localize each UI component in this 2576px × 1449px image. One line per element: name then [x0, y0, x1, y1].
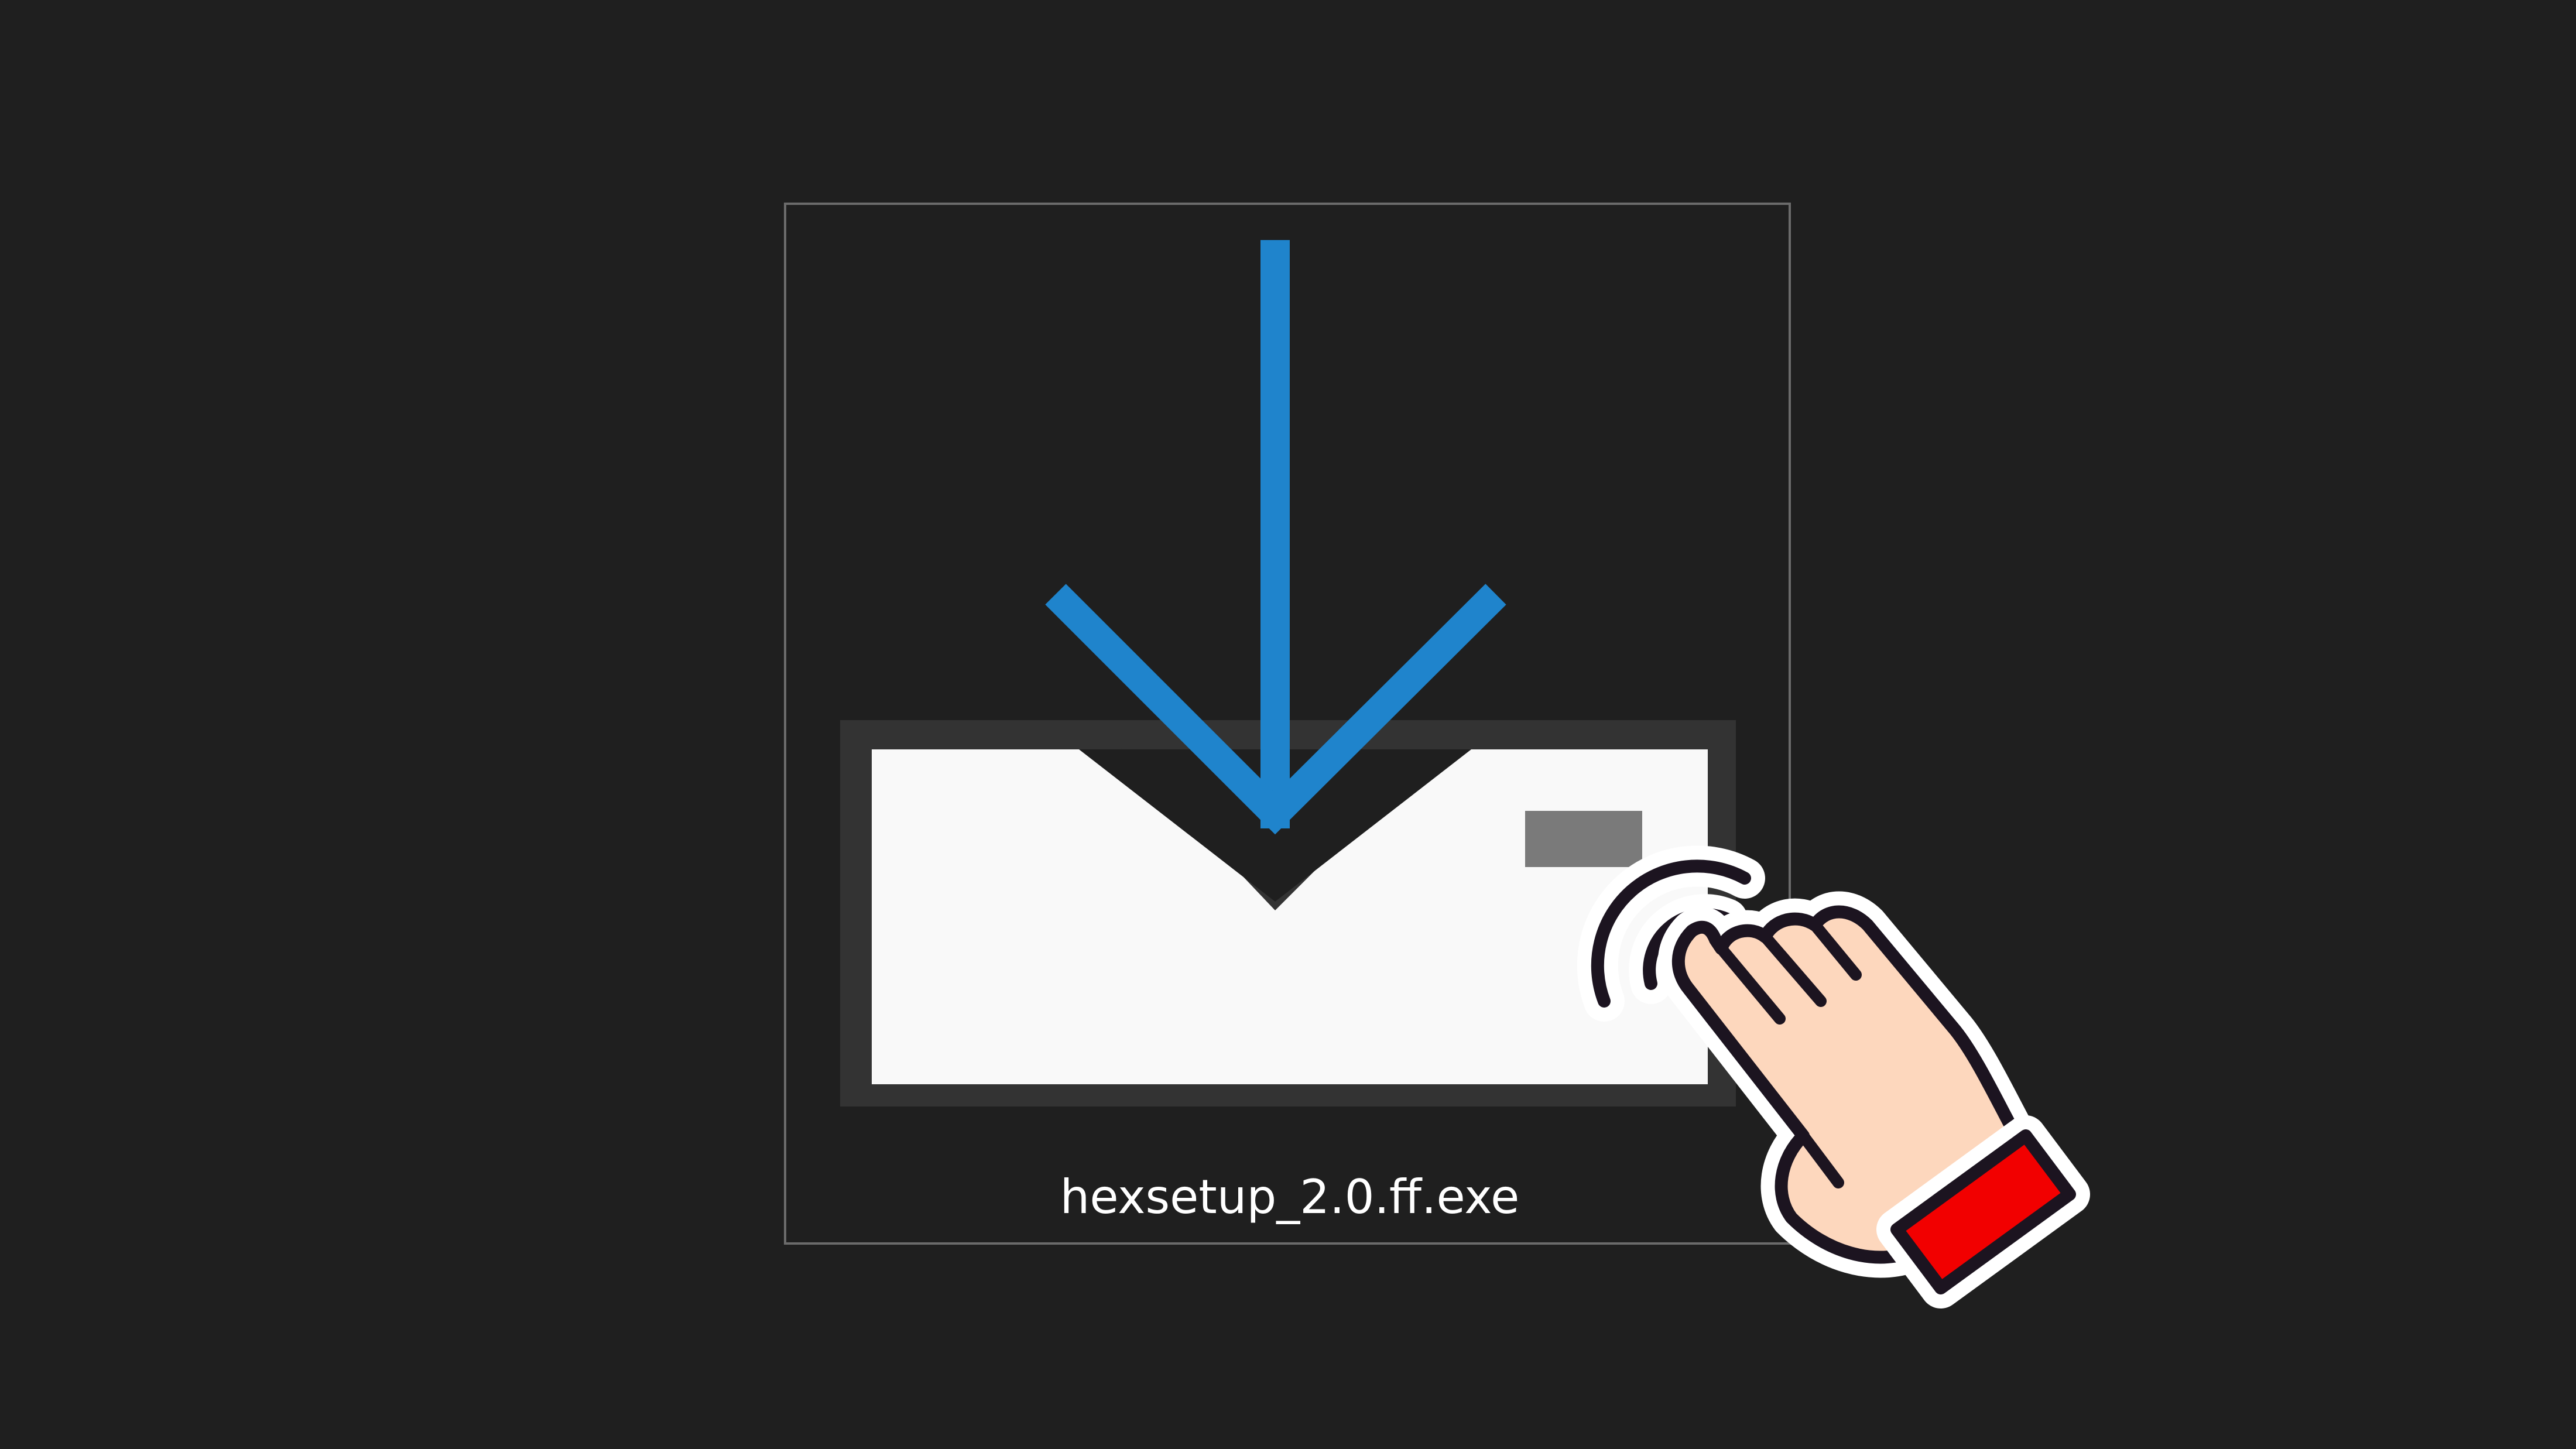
desktop-background: hexsetup_2.0.ff.exe	[0, 0, 2576, 1449]
hand-pointer-click-icon	[1577, 845, 2090, 1308]
